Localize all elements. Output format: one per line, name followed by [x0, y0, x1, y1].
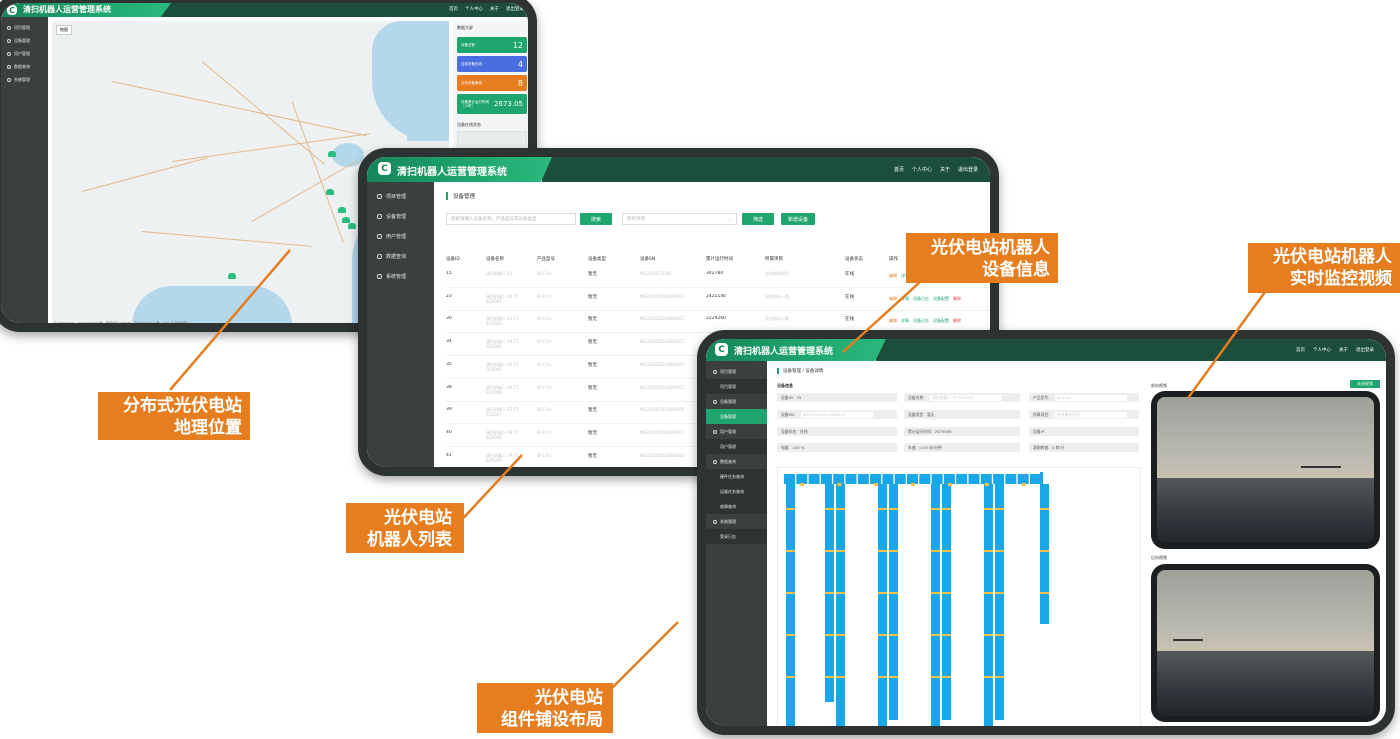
callout-lines [169, 249, 1267, 691]
callout-map-location: 分布式光伏电站 地理位置 [98, 392, 250, 440]
callout-robot-list: 光伏电站 机器人列表 [346, 503, 464, 553]
callout-line-layout [609, 621, 679, 691]
callout-panel-layout: 光伏电站 组件铺设布局 [477, 683, 613, 733]
callout-line-info [842, 281, 921, 353]
callout-line-map [169, 249, 291, 391]
callout-live-video: 光伏电站机器人 实时监控视频 [1248, 243, 1400, 293]
callout-line-list [454, 454, 523, 528]
callout-device-info: 光伏电站机器人 设备信息 [906, 233, 1058, 283]
callout-line-video [1186, 291, 1267, 399]
showcase-stage: C 清扫机器人运营管理系统 首页 个人中心 关于 退出登录 项目管理 设备管理 … [0, 0, 1400, 739]
